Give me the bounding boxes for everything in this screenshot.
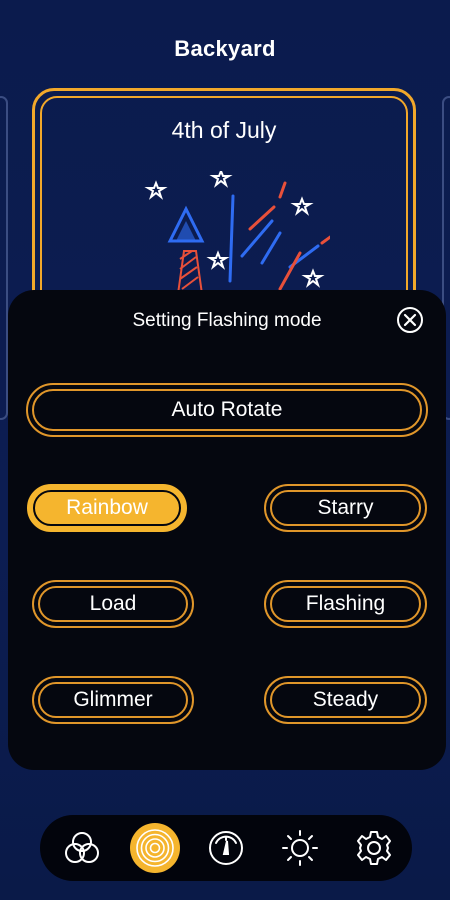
mode-label: Load bbox=[89, 592, 137, 615]
close-icon bbox=[403, 313, 417, 327]
color-circles-icon bbox=[65, 832, 99, 863]
mode-button-flashing[interactable]: Flashing bbox=[264, 580, 427, 628]
tab-speed[interactable] bbox=[204, 826, 248, 870]
mode-button-glimmer[interactable]: Glimmer bbox=[32, 676, 194, 724]
mode-button-steady[interactable]: Steady bbox=[264, 676, 427, 724]
sheet-title: Setting Flashing mode bbox=[132, 310, 322, 331]
theme-name: 4th of July bbox=[171, 117, 277, 143]
mode-label: Flashing bbox=[305, 592, 386, 615]
mode-label: Glimmer bbox=[73, 688, 153, 711]
mode-label: Steady bbox=[312, 688, 379, 711]
tab-brightness[interactable] bbox=[278, 826, 322, 870]
tab-color[interactable] bbox=[60, 826, 104, 870]
auto-rotate-button[interactable]: Auto Rotate bbox=[26, 383, 428, 437]
flashing-mode-sheet: Setting Flashing mode Auto Rotate Rainbo… bbox=[8, 290, 446, 770]
close-button[interactable] bbox=[397, 307, 423, 333]
previous-card-peek[interactable] bbox=[0, 96, 8, 420]
settings-gear-icon bbox=[357, 831, 391, 865]
brightness-sun-icon bbox=[282, 830, 318, 866]
mode-button-rainbow[interactable]: Rainbow bbox=[27, 484, 187, 532]
speed-gauge-icon bbox=[209, 831, 243, 865]
mode-label: Starry bbox=[317, 496, 374, 519]
mode-button-load[interactable]: Load bbox=[32, 580, 194, 628]
page-title: Backyard bbox=[174, 36, 276, 61]
mode-label: Rainbow bbox=[66, 496, 148, 519]
mode-ripple-icon bbox=[136, 829, 174, 867]
tab-mode[interactable] bbox=[130, 823, 180, 873]
tab-settings[interactable] bbox=[352, 826, 396, 870]
fireworks-illustration bbox=[144, 171, 330, 295]
bottom-tab-bar bbox=[40, 815, 412, 881]
auto-rotate-label: Auto Rotate bbox=[171, 398, 283, 421]
mode-button-starry[interactable]: Starry bbox=[264, 484, 427, 532]
